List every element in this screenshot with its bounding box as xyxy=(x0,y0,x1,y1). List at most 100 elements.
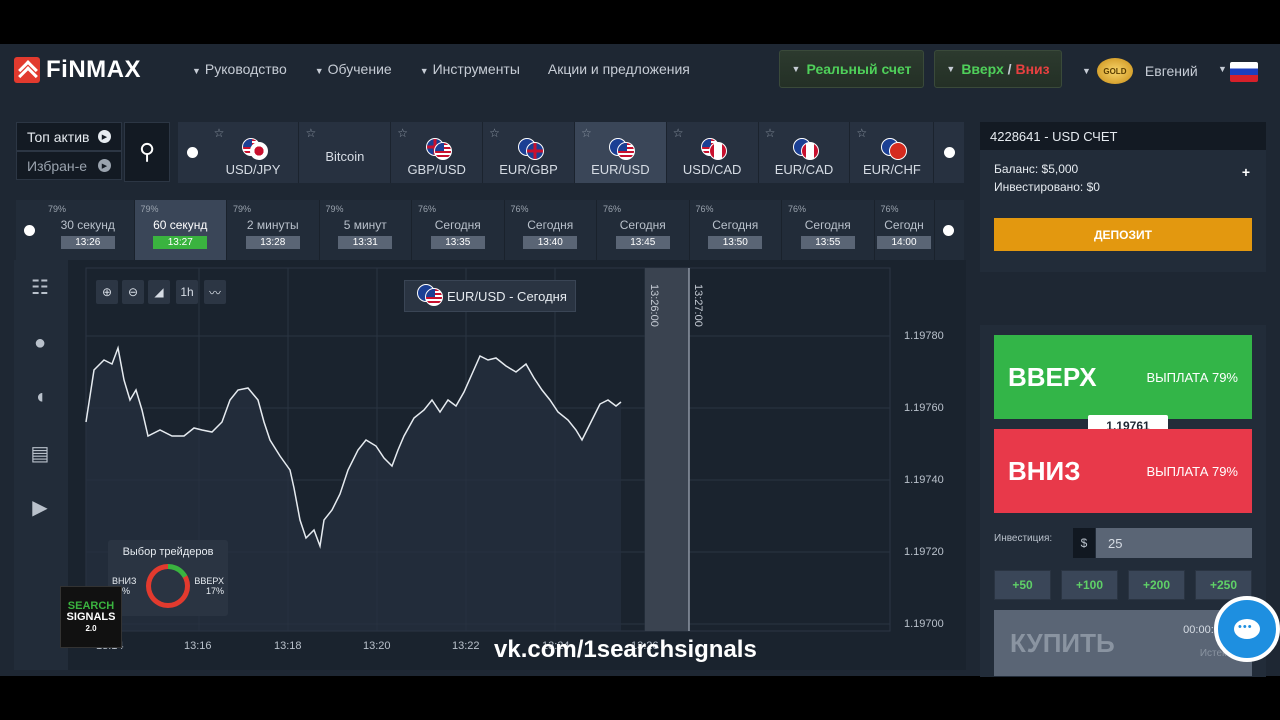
star-icon[interactable]: ☆ xyxy=(673,126,684,140)
currency-sign: $ xyxy=(1073,528,1095,558)
star-icon[interactable]: ☆ xyxy=(305,126,316,140)
scroll-right-button[interactable] xyxy=(934,122,964,183)
expiry-scroll-right[interactable] xyxy=(935,200,963,260)
expiry-option[interactable]: 76% Сегодня 13:40 xyxy=(505,200,597,260)
price-chart[interactable]: ⊕ ⊖ ◢ 1h 〰 EUR/USD - Сегодня 13:26:00 13… xyxy=(68,260,966,670)
gold-status-icon: GOLD xyxy=(1096,58,1133,84)
star-icon[interactable]: ☆ xyxy=(397,126,408,140)
expiry-option[interactable]: 79% 5 минут 13:31 xyxy=(320,200,412,260)
trade-mode-button[interactable]: ▼ Вверх / Вниз xyxy=(934,50,1062,88)
add-200-button[interactable]: +200 xyxy=(1128,570,1185,600)
caret-down-icon: ▼ xyxy=(192,66,201,76)
expiry-option[interactable]: 76% Сегодня 13:45 xyxy=(597,200,690,260)
area-chart-button[interactable]: ◢ xyxy=(148,280,170,304)
favorites-button[interactable]: Избран-е ▶ xyxy=(16,151,122,180)
scroll-left-button[interactable] xyxy=(178,122,208,183)
play-icon: ▶ xyxy=(98,159,111,172)
expiry-option[interactable]: 76% Сегодня 13:35 xyxy=(412,200,505,260)
finmax-logo[interactable]: FiNMAX xyxy=(14,56,141,84)
traders-ring xyxy=(146,564,190,608)
add-100-button[interactable]: +100 xyxy=(1061,570,1118,600)
add-50-button[interactable]: +50 xyxy=(994,570,1051,600)
gb-flag-icon xyxy=(525,142,544,160)
band-start-label: 13:26:00 xyxy=(648,284,660,327)
asset-tab-gbpusd[interactable]: ☆ GBP/USD xyxy=(391,122,484,183)
expiry-list: 79% 30 секунд 13:26 79% 60 секунд 13:27 79% 2… xyxy=(16,200,964,260)
line-chart-button[interactable]: 〰 xyxy=(204,280,226,304)
star-icon[interactable]: ☆ xyxy=(581,126,592,140)
chart-title[interactable]: EUR/USD - Сегодня xyxy=(404,280,576,312)
expiry-option[interactable]: 76% Сегодня 13:55 xyxy=(782,200,875,260)
asset-tab-bitcoin[interactable]: ☆ Bitcoin xyxy=(299,122,392,183)
investment-label: Инвестиция: xyxy=(994,533,1053,544)
star-icon[interactable]: ☆ xyxy=(856,126,867,140)
asset-tab-eurgbp[interactable]: ☆ EUR/GBP xyxy=(483,122,575,183)
coins-icon[interactable]: ☷ xyxy=(27,274,53,300)
caret-down-icon: ▼ xyxy=(314,66,324,76)
speed-icon[interactable]: ◖ xyxy=(27,384,53,410)
nav-guide[interactable]: ▼ Руководство xyxy=(192,61,287,77)
caret-down-icon: ▼ xyxy=(1218,64,1227,74)
zoom-out-button[interactable]: ⊖ xyxy=(122,280,144,304)
expiry-option[interactable]: 79% 2 минуты 13:28 xyxy=(227,200,320,260)
expiry-scroll-left[interactable] xyxy=(16,200,42,260)
traders-choice-widget: Выбор трейдеров ВНИЗ83% ВВЕРХ17% xyxy=(108,540,228,616)
put-down-button[interactable]: ВНИЗ ВЫПЛАТА 79% xyxy=(994,429,1252,513)
community-icon[interactable]: ● xyxy=(27,330,53,356)
line-chart-icon: 〰 xyxy=(208,285,221,300)
expiry-option[interactable]: 76% Сегодня 13:50 xyxy=(690,200,782,260)
asset-tab-eurchf[interactable]: ☆ EUR/CHF xyxy=(850,122,935,183)
timeframe-button[interactable]: 1h xyxy=(176,280,198,304)
caret-down-icon: ▼ xyxy=(1082,66,1091,76)
watermark-text: vk.com/1searchsignals xyxy=(494,636,757,663)
top-assets-button[interactable]: Топ актив ▶ xyxy=(16,122,122,151)
x-tick: 13:18 xyxy=(274,640,302,652)
buy-button[interactable]: КУПИТЬ 00:00:33 Истекает xyxy=(994,610,1252,676)
nav-tools[interactable]: ▼ Инструменты xyxy=(420,61,520,77)
star-icon[interactable]: ☆ xyxy=(489,126,500,140)
call-up-button[interactable]: ВВЕРХ ВЫПЛАТА 79% xyxy=(994,335,1252,419)
main-nav: ▼ Руководство ▼ Обучение ▼ Инструменты Акци… xyxy=(192,61,690,77)
y-tick: 1.19780 xyxy=(904,330,944,342)
play-icon: ▶ xyxy=(98,130,111,143)
asset-tab-usdcad[interactable]: ☆ USD/CAD xyxy=(667,122,759,183)
expiry-option[interactable]: 76% Сегодн 14:00 xyxy=(875,200,935,260)
add-icon[interactable]: + xyxy=(1242,164,1250,180)
investment-input[interactable] xyxy=(1096,528,1252,558)
y-tick: 1.19700 xyxy=(904,618,944,630)
expiry-option[interactable]: 79% 60 секунд 13:27 xyxy=(134,200,227,260)
quick-amounts: +50 +100 +200 +250 xyxy=(994,570,1252,600)
y-tick: 1.19760 xyxy=(904,402,944,414)
asset-tab-eurcad[interactable]: ☆ EUR/CAD xyxy=(759,122,851,183)
area-chart-icon: ◢ xyxy=(154,285,164,299)
video-play-icon[interactable]: ▶ xyxy=(27,494,53,520)
user-menu[interactable]: ▼ GOLD Евгений xyxy=(1082,58,1198,84)
expiry-option[interactable]: 79% 30 секунд 13:26 xyxy=(42,200,135,260)
right-panel: 4228641 - USD СЧЕТ Баланс: $5,000 Инвест… xyxy=(980,122,1266,677)
x-tick: 13:22 xyxy=(452,640,480,652)
star-icon[interactable]: ☆ xyxy=(765,126,776,140)
asset-search-button[interactable]: ⚲ xyxy=(124,122,170,182)
language-flag-icon[interactable] xyxy=(1230,62,1258,82)
zoom-in-button[interactable]: ⊕ xyxy=(96,280,118,304)
arrow-left-icon xyxy=(23,224,35,236)
app-window: FiNMAX ▼ Руководство ▼ Обучение ▼ Инструмен… xyxy=(0,44,1280,677)
y-tick: 1.19720 xyxy=(904,546,944,558)
ch-flag-icon xyxy=(888,142,907,160)
stats-icon[interactable]: ▤ xyxy=(27,440,53,466)
x-tick: 13:16 xyxy=(184,640,212,652)
asset-filter: Топ актив ▶ Избран-е ▶ xyxy=(16,122,122,180)
real-account-button[interactable]: ▼ Реальный счет xyxy=(779,50,924,88)
chat-button[interactable] xyxy=(1214,596,1280,662)
nav-education[interactable]: ▼ Обучение xyxy=(315,61,392,77)
asset-tab-eurusd[interactable]: ☆ EUR/USD xyxy=(574,122,667,183)
asset-tab-usdjpy[interactable]: ☆ USD/JPY xyxy=(208,122,300,183)
us-flag-icon xyxy=(433,142,452,160)
arrow-left-icon xyxy=(187,147,199,158)
nav-promotions[interactable]: Акции и предложения xyxy=(548,61,690,77)
traders-up: ВВЕРХ 17% xyxy=(194,576,224,596)
star-icon[interactable]: ☆ xyxy=(214,126,225,140)
deposit-button[interactable]: ДЕПОЗИТ xyxy=(994,218,1252,251)
jp-flag-icon xyxy=(250,142,269,160)
logo-text: FiNMAX xyxy=(46,56,141,83)
